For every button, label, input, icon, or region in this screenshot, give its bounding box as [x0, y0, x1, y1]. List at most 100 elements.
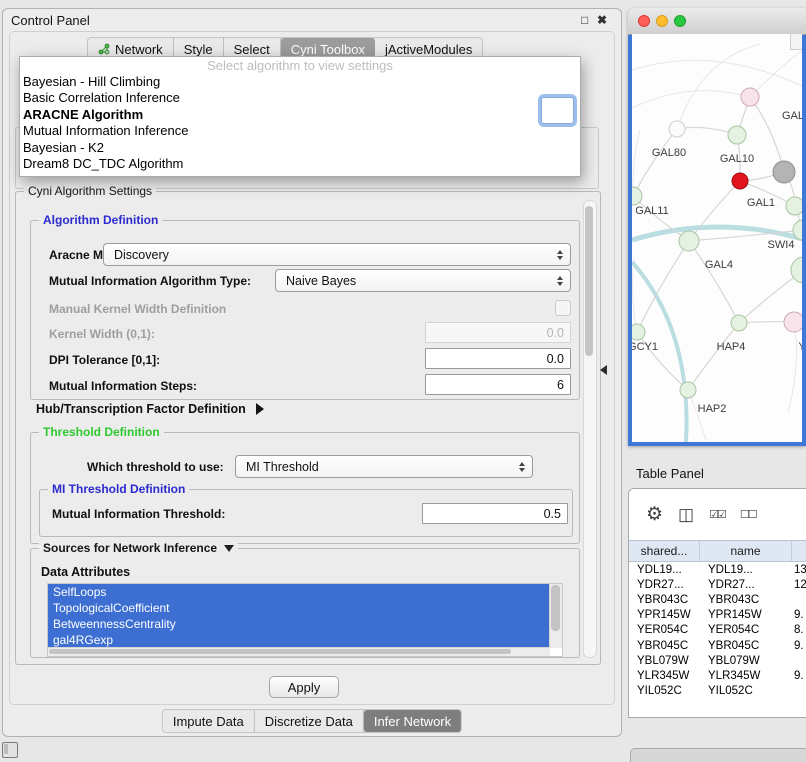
collapse-panel-icon[interactable]	[600, 365, 607, 375]
mi-steps-field[interactable]	[425, 374, 571, 395]
network-node-label: GAL	[782, 110, 802, 122]
network-icon	[98, 43, 110, 55]
network-node[interactable]	[731, 315, 747, 331]
dpi-tolerance-label: DPI Tolerance [0,1]:	[49, 353, 160, 367]
algorithm-dropdown-popup: Select algorithm to view settings Bayesi…	[19, 56, 581, 177]
network-node[interactable]	[669, 121, 685, 137]
table-cell: YBR043C	[629, 594, 700, 606]
threshold-definition-legend: Threshold Definition	[39, 425, 164, 440]
aracne-mode-select[interactable]: Discovery	[103, 243, 571, 266]
which-threshold-label: Which threshold to use:	[87, 460, 224, 474]
network-scrollbar-stub[interactable]	[790, 34, 802, 50]
network-node[interactable]	[732, 173, 748, 189]
select-all-rows-icon[interactable]: ☑☑	[709, 508, 725, 521]
list-vertical-scrollbar[interactable]	[549, 584, 562, 648]
deselect-rows-icon[interactable]: ☐☐	[740, 508, 756, 521]
algorithm-option[interactable]: Dream8 DC_TDC Algorithm	[20, 156, 580, 172]
network-node-label: Y	[798, 341, 802, 353]
settings-gear-icon[interactable]: ⚙	[646, 503, 663, 526]
network-node-label: GAL11	[635, 205, 668, 217]
table-row[interactable]: YDL19...YDL19...13	[629, 562, 806, 577]
tab-infer-network[interactable]: Infer Network	[364, 710, 461, 732]
desktop: Control Panel □ ✖ NetworkStyleSelectCyni…	[0, 0, 806, 762]
network-node-label: GAL1	[747, 197, 775, 209]
table-row[interactable]: YDR27...YDR27...12	[629, 577, 806, 592]
attribute-item[interactable]: SelfLoops	[48, 584, 550, 600]
table-cell: YPR145W	[700, 609, 792, 621]
mi-threshold-legend: MI Threshold Definition	[48, 482, 189, 497]
attribute-item[interactable]: gal4RGexp	[48, 632, 550, 648]
hub-definition-toggle[interactable]: Hub/Transcription Factor Definition	[36, 402, 264, 416]
table-cell: YDL19...	[700, 564, 792, 576]
attribute-item[interactable]: BetweennessCentrality	[48, 616, 550, 632]
table-header: shared...name	[629, 540, 806, 562]
network-node[interactable]	[784, 312, 802, 332]
table-row[interactable]: YBL079WYBL079W	[629, 653, 806, 668]
show-columns-icon[interactable]: ◫	[678, 505, 694, 525]
hidden-panel-icon[interactable]	[2, 742, 18, 758]
algorithm-option[interactable]: ARACNE Algorithm	[20, 107, 580, 123]
list-horizontal-scrollbar[interactable]	[48, 647, 550, 656]
tab-discretize-data[interactable]: Discretize Data	[255, 710, 364, 732]
table-row[interactable]: YER054CYER054C8.	[629, 623, 806, 638]
network-edge	[677, 44, 760, 129]
minimize-traffic-light-icon[interactable]	[656, 15, 668, 27]
table-row[interactable]: YBR043CYBR043C	[629, 592, 806, 607]
apply-button[interactable]: Apply	[269, 676, 339, 698]
table-row[interactable]: YIL052CYIL052C	[629, 684, 806, 699]
focused-spinner-field[interactable]	[541, 97, 574, 124]
network-node[interactable]	[786, 197, 802, 215]
scrollbar-thumb[interactable]	[585, 206, 593, 356]
network-edge	[688, 323, 739, 390]
threshold-definition-group: Threshold Definition Which threshold to …	[30, 432, 580, 544]
network-node-label: HAP4	[717, 341, 746, 353]
algorithm-option[interactable]: Basic Correlation Inference	[20, 90, 580, 106]
mi-threshold-field[interactable]	[422, 503, 568, 524]
table-cell: YBL079W	[700, 655, 792, 667]
network-window-titlebar[interactable]	[628, 8, 806, 35]
network-canvas[interactable]: GAL80GAL10GALGAL11GAL1SWI4GAL4GCY1HAP4YH…	[632, 34, 802, 442]
scrollbar-thumb[interactable]	[551, 585, 560, 631]
mi-algorithm-type-select[interactable]: Naive Bayes	[275, 269, 571, 292]
network-node[interactable]	[632, 324, 645, 340]
which-threshold-select[interactable]: MI Threshold	[235, 455, 533, 478]
network-node[interactable]	[728, 126, 746, 144]
zoom-traffic-light-icon[interactable]	[674, 15, 686, 27]
kernel-width-field[interactable]	[425, 322, 571, 343]
table-cell: YIL052C	[629, 685, 700, 697]
expand-right-icon	[256, 403, 264, 415]
close-traffic-light-icon[interactable]	[638, 15, 650, 27]
table-row[interactable]: YLR345WYLR345W9.	[629, 668, 806, 683]
network-edge	[632, 91, 750, 108]
network-node[interactable]	[773, 161, 795, 183]
table-cell: YIL052C	[700, 685, 792, 697]
attribute-item[interactable]: TopologicalCoefficient	[48, 600, 550, 616]
scrollbar-thumb[interactable]	[49, 649, 511, 654]
table-row[interactable]: YBR045CYBR045C9.	[629, 638, 806, 653]
network-node[interactable]	[679, 231, 699, 251]
table-row[interactable]: YPR145WYPR145W9.	[629, 608, 806, 623]
table-cell: YBL079W	[629, 655, 700, 667]
float-window-icon[interactable]: □	[581, 13, 588, 27]
network-node[interactable]	[741, 88, 759, 106]
network-node-label: GAL4	[705, 259, 733, 271]
table-cell: 9.	[792, 670, 806, 682]
close-icon[interactable]: ✖	[597, 13, 607, 27]
settings-scrollbar[interactable]	[583, 200, 597, 658]
network-node-label: GCY1	[632, 341, 658, 353]
network-edge	[750, 97, 784, 172]
algorithm-option[interactable]: Bayesian - K2	[20, 140, 580, 156]
manual-kernel-width-checkbox[interactable]	[555, 300, 571, 316]
column-header[interactable]: name	[700, 541, 792, 561]
column-header[interactable]: shared...	[629, 541, 700, 561]
network-node[interactable]	[680, 382, 696, 398]
column-header[interactable]	[792, 541, 806, 561]
control-panel-window: Control Panel □ ✖ NetworkStyleSelectCyni…	[2, 8, 622, 737]
dpi-tolerance-field[interactable]	[425, 348, 571, 369]
algorithm-option[interactable]: Mutual Information Inference	[20, 123, 580, 139]
tab-impute-data[interactable]: Impute Data	[163, 710, 255, 732]
network-node-label: HAP2	[698, 403, 727, 415]
table-cell: YER054C	[629, 624, 700, 636]
algorithm-option[interactable]: Bayesian - Hill Climbing	[20, 74, 580, 90]
sources-legend-toggle[interactable]: Sources for Network Inference	[39, 541, 238, 556]
